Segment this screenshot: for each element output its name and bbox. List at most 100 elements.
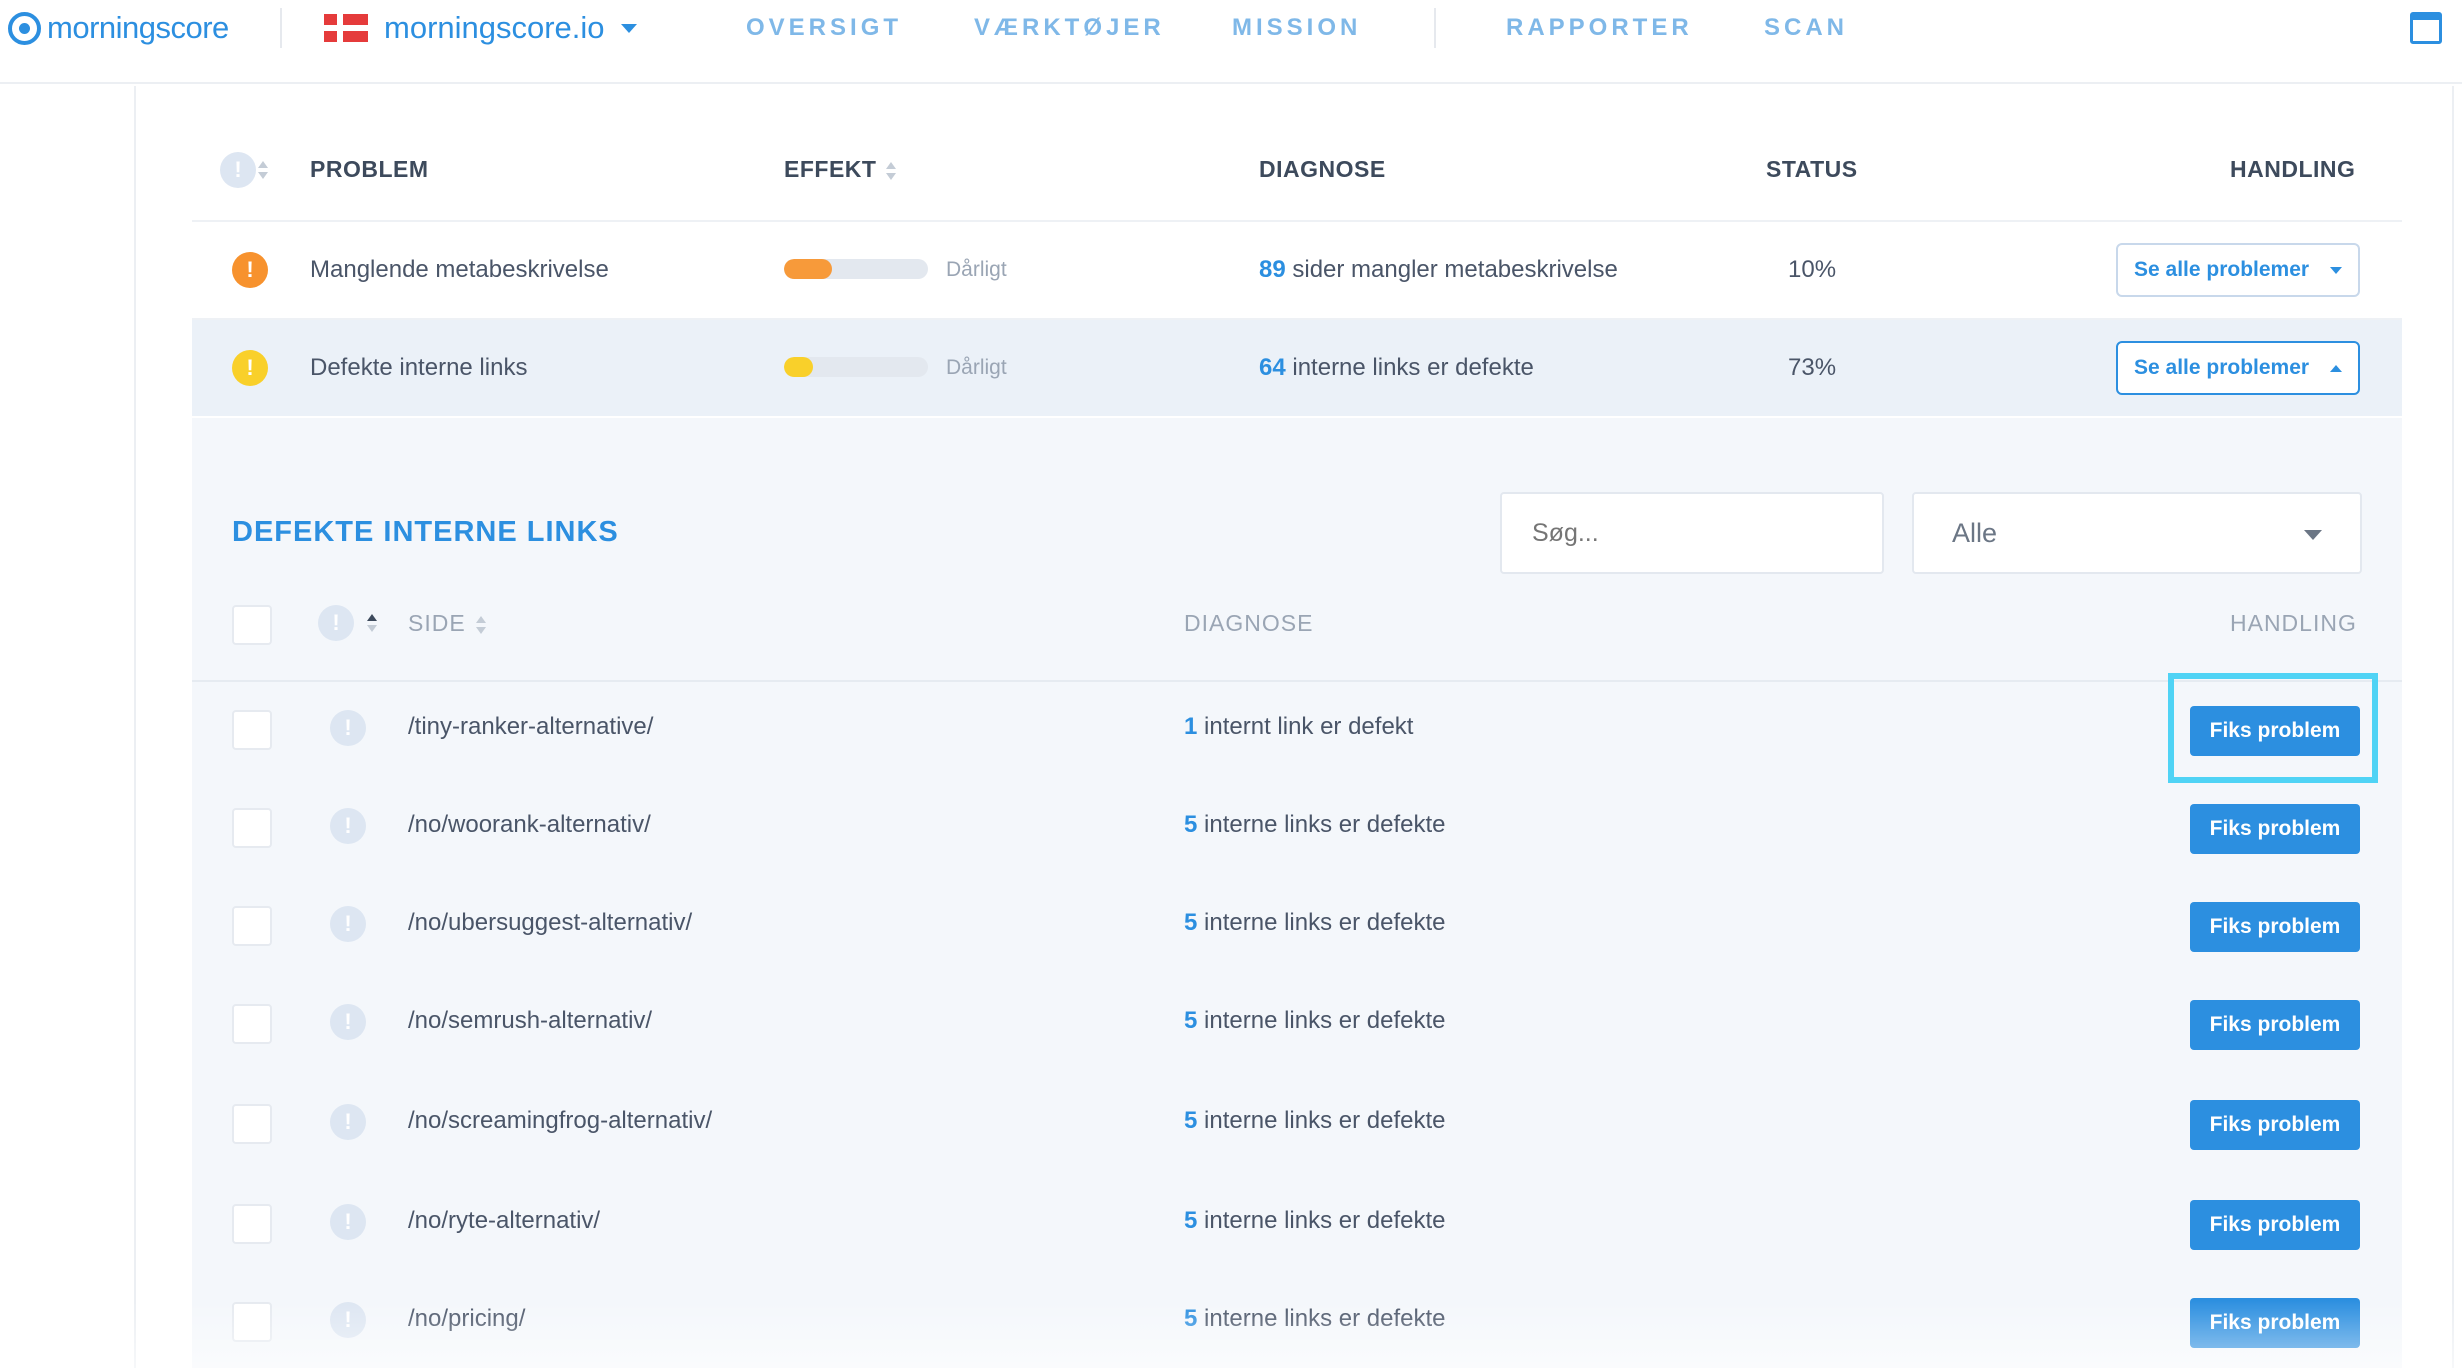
diagnose-count: 5 — [1184, 1305, 1198, 1332]
filter-value: Alle — [1952, 518, 1998, 548]
column-header-side[interactable]: SIDE — [408, 608, 486, 638]
page-path[interactable]: /no/woorank-alternativ/ — [408, 810, 651, 840]
search-input[interactable] — [1500, 492, 1884, 574]
page-path[interactable]: /no/screamingfrog-alternativ/ — [408, 1106, 712, 1136]
diagnose-text: 5 interne links er defekte — [1184, 1006, 1446, 1036]
page-path[interactable]: /no/ubersuggest-alternativ/ — [408, 908, 692, 938]
fix-problem-button[interactable]: Fiks problem — [2190, 1298, 2360, 1348]
sidebar — [8, 86, 136, 1368]
sort-icon — [886, 161, 897, 181]
chevron-down-icon — [2330, 267, 2342, 274]
diagnose-count: 5 — [1184, 909, 1198, 936]
nav-mission[interactable]: MISSION — [1232, 8, 1361, 48]
warning-icon: ! — [232, 350, 268, 386]
diagnose-text: 5 interne links er defekte — [1184, 810, 1446, 840]
diagnose-description: interne links er defekte — [1197, 1305, 1446, 1332]
row-checkbox[interactable] — [232, 1104, 272, 1144]
diagnose-text: 5 interne links er defekte — [1184, 1106, 1446, 1136]
row-checkbox[interactable] — [232, 710, 272, 750]
page-path[interactable]: /tiny-ranker-alternative/ — [408, 712, 653, 742]
table-row: ! /no/woorank-alternativ/ 5 interne link… — [192, 780, 2402, 878]
diagnose-text: 64 interne links er defekte — [1259, 320, 1534, 416]
sort-icon[interactable] — [367, 613, 377, 633]
diagnose-count: 1 — [1184, 713, 1198, 740]
diagnose-text: 5 interne links er defekte — [1184, 1206, 1446, 1236]
fix-problem-button[interactable]: Fiks problem — [2190, 804, 2360, 854]
row-checkbox[interactable] — [232, 1302, 272, 1342]
page-path[interactable]: /no/ryte-alternativ/ — [408, 1206, 600, 1236]
logo-text: morningscore — [47, 10, 229, 45]
danish-flag-icon — [324, 14, 368, 42]
severity-icon: ! — [330, 1004, 366, 1040]
fix-problem-button[interactable]: Fiks problem — [2190, 902, 2360, 952]
severity-icon: ! — [330, 1104, 366, 1140]
column-header-handling: HANDLING — [2230, 156, 2356, 182]
effect-label: Dårligt — [946, 258, 1007, 281]
highlight-frame — [2168, 673, 2378, 783]
problem-name: Defekte interne links — [310, 354, 528, 381]
button-label: Se alle problemer — [2134, 356, 2310, 379]
table-row: ! /tiny-ranker-alternative/ 1 internt li… — [192, 682, 2402, 780]
nav-oversigt[interactable]: OVERSIGT — [746, 8, 902, 48]
column-header-status: STATUS — [1766, 156, 1858, 182]
severity-icon: ! — [330, 1204, 366, 1240]
diagnose-text: 5 interne links er defekte — [1184, 908, 1446, 938]
section-title: DEFEKTE INTERNE LINKS — [232, 516, 619, 548]
severity-icon: ! — [330, 1302, 366, 1338]
fix-problem-button[interactable]: Fiks problem — [2190, 1100, 2360, 1150]
sort-icon[interactable] — [258, 160, 268, 180]
see-all-problems-button[interactable]: Se alle problemer — [2116, 341, 2360, 395]
site-name: morningscore.io — [384, 10, 605, 45]
diagnose-description: interne links er defekte — [1197, 1007, 1446, 1034]
nav-scan[interactable]: SCAN — [1764, 8, 1848, 48]
page-path[interactable]: /no/semrush-alternativ/ — [408, 1006, 652, 1036]
table-row: ! /no/screamingfrog-alternativ/ 5 intern… — [192, 1074, 2402, 1172]
fix-problem-button[interactable]: Fiks problem — [2190, 1200, 2360, 1250]
row-checkbox[interactable] — [232, 808, 272, 848]
column-header-handling: HANDLING — [2230, 610, 2357, 636]
top-bar: morningscore morningscore.io OVERSIGT VÆ… — [0, 0, 2462, 84]
calendar-icon[interactable] — [2410, 12, 2442, 44]
chevron-down-icon — [2304, 530, 2322, 540]
effect-bar-fill — [784, 357, 813, 377]
diagnose-description: interne links er defekte — [1285, 354, 1534, 381]
table-row: ! /no/ubersuggest-alternativ/ 5 interne … — [192, 878, 2402, 976]
diagnose-count: 89 — [1259, 256, 1286, 283]
table-row: ! /no/ryte-alternativ/ 5 interne links e… — [192, 1174, 2402, 1272]
status-value: 10% — [1788, 256, 1837, 283]
row-checkbox[interactable] — [232, 1004, 272, 1044]
diagnose-text: 5 interne links er defekte — [1184, 1304, 1446, 1334]
diagnose-count: 5 — [1184, 811, 1198, 838]
diagnose-description: interne links er defekte — [1197, 811, 1446, 838]
column-header-diagnose: DIAGNOSE — [1184, 610, 1314, 636]
site-selector[interactable]: morningscore.io — [324, 8, 637, 48]
severity-icon: ! — [330, 710, 366, 746]
diagnose-count: 5 — [1184, 1107, 1198, 1134]
nav-rapporter[interactable]: RAPPORTER — [1506, 8, 1693, 48]
logo[interactable]: morningscore — [8, 8, 229, 48]
table-row: ! /no/semrush-alternativ/ 5 interne link… — [192, 976, 2402, 1074]
filter-select[interactable]: Alle — [1912, 492, 2362, 574]
severity-icon: ! — [330, 906, 366, 942]
diagnose-text: 89 sider mangler metabeskrivelse — [1259, 222, 1618, 318]
page-path[interactable]: /no/pricing/ — [408, 1304, 525, 1334]
row-checkbox[interactable] — [232, 1204, 272, 1244]
fix-problem-button[interactable]: Fiks problem — [2190, 1000, 2360, 1050]
diagnose-description: interne links er defekte — [1197, 909, 1446, 936]
diagnose-description: interne links er defekte — [1197, 1107, 1446, 1134]
nav-vaerktoejer[interactable]: VÆRKTØJER — [974, 8, 1165, 48]
diagnose-text: 1 internt link er defekt — [1184, 712, 1413, 742]
problem-row[interactable]: ! Manglende metabeskrivelse Dårligt 89 s… — [192, 222, 2402, 318]
button-label: Se alle problemer — [2134, 258, 2310, 281]
column-header-effekt[interactable]: EFFEKT — [784, 154, 897, 184]
diagnose-description: internt link er defekt — [1197, 713, 1414, 740]
effect-label: Dårligt — [946, 356, 1007, 379]
logo-icon — [8, 11, 41, 45]
see-all-problems-button[interactable]: Se alle problemer — [2116, 243, 2360, 297]
row-checkbox[interactable] — [232, 906, 272, 946]
status-value: 73% — [1788, 354, 1837, 381]
select-all-checkbox[interactable] — [232, 605, 272, 645]
problem-row[interactable]: ! Defekte interne links Dårligt 64 inter… — [192, 320, 2402, 416]
diagnose-description: interne links er defekte — [1197, 1207, 1446, 1234]
column-header-label: EFFEKT — [784, 156, 877, 182]
